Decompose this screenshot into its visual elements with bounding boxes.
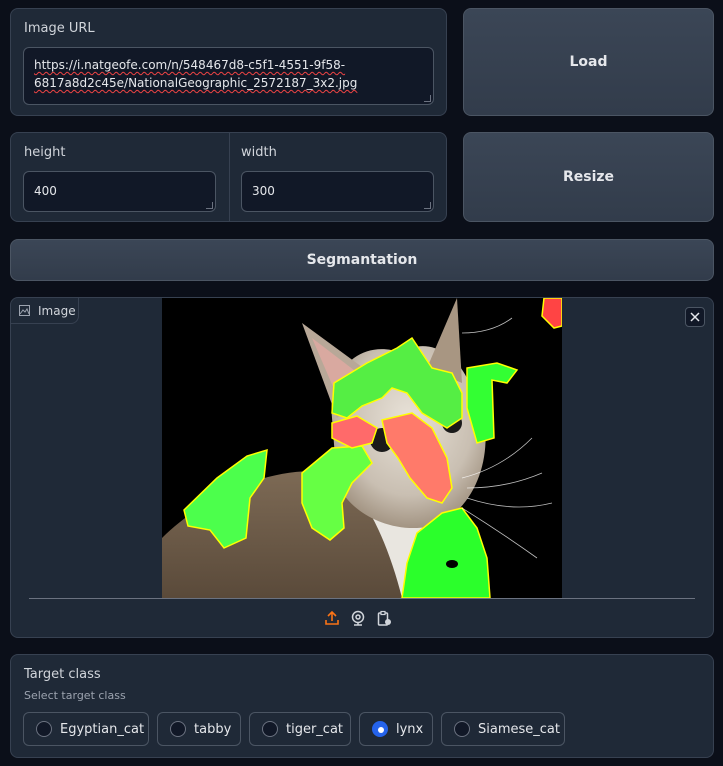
image-divider bbox=[29, 598, 695, 599]
image-url-line-2: 6817a8d2c45e/NationalGeographic_2572187_… bbox=[34, 74, 423, 92]
clipboard-icon[interactable] bbox=[376, 610, 392, 626]
image-url-panel: Image URL https://i.natgeofe.com/n/54846… bbox=[10, 8, 447, 116]
image-tab-label: Image bbox=[38, 303, 76, 318]
image-tab: Image bbox=[11, 298, 79, 324]
image-icon bbox=[19, 305, 30, 316]
radio-circle-icon[interactable] bbox=[170, 721, 186, 737]
radio-option-label: Siamese_cat bbox=[478, 721, 560, 737]
segmentation-button[interactable]: Segmantation bbox=[10, 239, 714, 281]
upload-icon[interactable] bbox=[324, 610, 340, 626]
size-panel: height 400 width 300 bbox=[10, 132, 447, 222]
radio-option-siamese-cat[interactable]: Siamese_cat bbox=[441, 712, 565, 746]
radio-option-egyptian-cat[interactable]: Egyptian_cat bbox=[23, 712, 149, 746]
size-divider bbox=[229, 133, 230, 221]
width-label: width bbox=[241, 145, 277, 160]
height-label: height bbox=[24, 145, 66, 160]
close-button[interactable] bbox=[685, 307, 705, 327]
image-url-line-2-text: 6817a8d2c45e/NationalGeographic_2572187_… bbox=[34, 76, 358, 90]
radio-option-label: lynx bbox=[396, 721, 424, 737]
target-class-title: Target class bbox=[24, 667, 101, 682]
image-url-line-1: https://i.natgeofe.com/n/548467d8-c5f1-4… bbox=[34, 58, 346, 72]
radio-option-lynx[interactable]: lynx bbox=[359, 712, 433, 746]
resize-handle-icon[interactable] bbox=[206, 202, 213, 209]
width-value: 300 bbox=[252, 184, 275, 198]
height-input[interactable]: 400 bbox=[23, 171, 216, 212]
close-icon bbox=[690, 312, 700, 322]
radio-circle-icon[interactable] bbox=[454, 721, 470, 737]
radio-option-label: Egyptian_cat bbox=[60, 721, 145, 737]
mask-hole bbox=[446, 560, 458, 568]
radio-option-tiger-cat[interactable]: tiger_cat bbox=[249, 712, 351, 746]
image-url-input[interactable]: https://i.natgeofe.com/n/548467d8-c5f1-4… bbox=[23, 47, 434, 105]
resize-handle-icon[interactable] bbox=[424, 202, 431, 209]
radio-circle-selected-icon[interactable] bbox=[372, 721, 388, 737]
radio-option-tabby[interactable]: tabby bbox=[157, 712, 241, 746]
segmentation-result-image bbox=[162, 298, 562, 598]
webcam-icon[interactable] bbox=[350, 610, 366, 626]
resize-button[interactable]: Resize bbox=[463, 132, 714, 222]
radio-circle-icon[interactable] bbox=[36, 721, 52, 737]
image-source-toolbar bbox=[324, 608, 404, 628]
height-value: 400 bbox=[34, 184, 57, 198]
width-input[interactable]: 300 bbox=[241, 171, 434, 212]
target-class-subtitle: Select target class bbox=[24, 689, 126, 702]
resize-handle-icon[interactable] bbox=[424, 95, 431, 102]
image-panel: Image bbox=[10, 297, 714, 638]
load-button[interactable]: Load bbox=[463, 8, 714, 116]
image-url-label: Image URL bbox=[24, 21, 95, 36]
radio-circle-icon[interactable] bbox=[262, 721, 278, 737]
radio-option-label: tiger_cat bbox=[286, 721, 344, 737]
radio-option-label: tabby bbox=[194, 721, 232, 737]
